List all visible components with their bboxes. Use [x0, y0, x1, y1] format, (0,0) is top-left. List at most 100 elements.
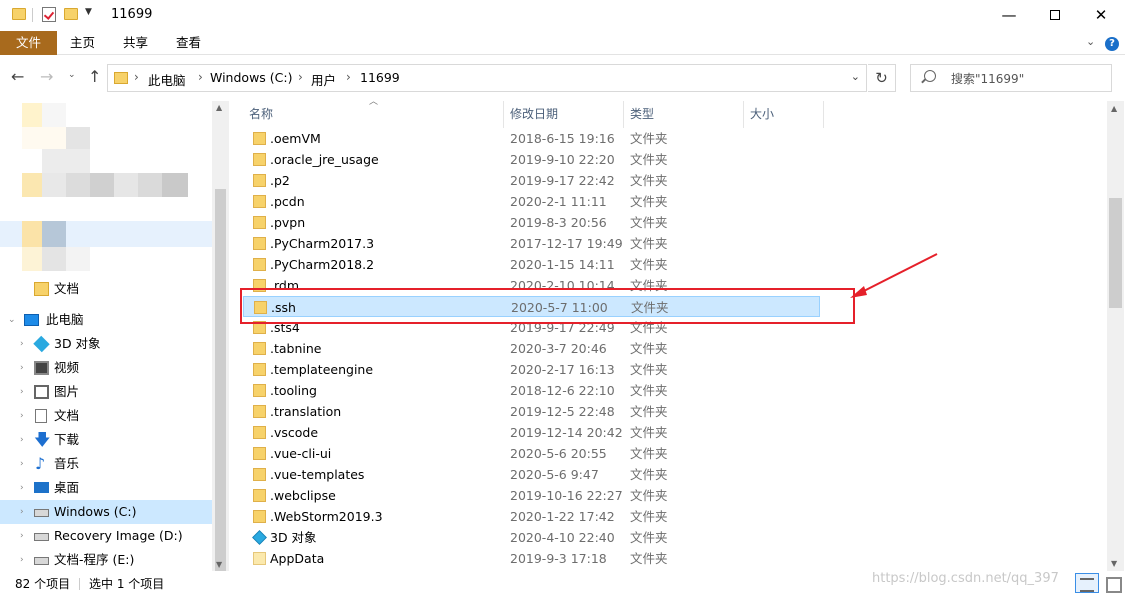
- file-row[interactable]: .pvpn 2019-8-3 20:56 文件夹: [243, 212, 820, 233]
- chevron-right-icon[interactable]: ›: [20, 356, 24, 380]
- file-row[interactable]: .WebStorm2019.3 2020-1-22 17:42 文件夹: [243, 506, 820, 527]
- large-icons-view-icon[interactable]: [1102, 573, 1122, 593]
- navigation-scrollbar[interactable]: ▲ ▼: [212, 101, 229, 593]
- breadcrumb-users[interactable]: 用户: [311, 70, 336, 89]
- nav-item-videos[interactable]: › 视频: [0, 356, 212, 380]
- nav-item-recovery-d[interactable]: › Recovery Image (D:): [0, 524, 212, 548]
- refresh-button[interactable]: ↻: [868, 64, 896, 92]
- blurred-region: [22, 173, 42, 197]
- scroll-up-icon[interactable]: ▲: [216, 103, 222, 112]
- breadcrumb-separator: ›: [198, 70, 203, 84]
- file-row[interactable]: .PyCharm2018.2 2020-1-15 14:11 文件夹: [243, 254, 820, 275]
- tab-file[interactable]: 文件: [0, 31, 57, 55]
- column-header-date[interactable]: 修改日期: [510, 101, 558, 128]
- file-row[interactable]: .translation 2019-12-5 22:48 文件夹: [243, 401, 820, 422]
- file-row[interactable]: 3D 对象 2020-4-10 22:40 文件夹: [243, 527, 820, 548]
- chevron-right-icon[interactable]: ›: [20, 428, 24, 452]
- file-row[interactable]: .tooling 2018-12-6 22:10 文件夹: [243, 380, 820, 401]
- nav-item-label: 音乐: [54, 456, 80, 471]
- file-date: 2018-6-15 19:16: [510, 131, 615, 146]
- nav-item-label: 文档-程序 (E:): [54, 552, 135, 567]
- column-divider[interactable]: [503, 101, 504, 128]
- breadcrumb-this-pc[interactable]: 此电脑: [148, 70, 186, 89]
- nav-item-docs-programs-e[interactable]: › 文档-程序 (E:): [0, 548, 212, 571]
- nav-item-label: 此电脑: [46, 312, 84, 327]
- nav-item-windows-c[interactable]: › Windows (C:): [0, 500, 212, 524]
- scroll-down-icon[interactable]: ▼: [1111, 559, 1117, 568]
- details-view-icon[interactable]: [1075, 573, 1099, 593]
- file-list-scrollbar[interactable]: ▲ ▼: [1107, 101, 1124, 571]
- scrollbar-thumb[interactable]: [215, 189, 226, 593]
- tab-home[interactable]: 主页: [56, 31, 109, 55]
- help-icon[interactable]: ?: [1105, 37, 1119, 51]
- nav-item-3d-objects[interactable]: › 3D 对象: [0, 332, 212, 356]
- chevron-down-icon[interactable]: ⌄: [851, 70, 860, 83]
- file-date: 2019-9-17 22:42: [510, 173, 615, 188]
- chevron-down-icon[interactable]: ⌄: [8, 308, 16, 332]
- nav-item-documents-pinned[interactable]: 文档: [0, 277, 212, 301]
- tab-view[interactable]: 查看: [162, 31, 215, 55]
- file-row[interactable]: .templateengine 2020-2-17 16:13 文件夹: [243, 359, 820, 380]
- new-folder-icon[interactable]: [64, 8, 78, 20]
- column-divider[interactable]: [743, 101, 744, 128]
- tab-share[interactable]: 共享: [109, 31, 162, 55]
- chevron-right-icon[interactable]: ›: [20, 380, 24, 404]
- recent-locations-button[interactable]: ⌄: [68, 70, 76, 80]
- file-row[interactable]: .oemVM 2018-6-15 19:16 文件夹: [243, 128, 820, 149]
- back-button[interactable]: ←: [11, 67, 24, 86]
- chevron-right-icon[interactable]: ›: [20, 404, 24, 428]
- column-divider[interactable]: [823, 101, 824, 128]
- properties-icon[interactable]: [42, 7, 56, 22]
- blurred-region: [66, 173, 90, 197]
- customize-toolbar-icon[interactable]: ▼: [85, 7, 92, 17]
- chevron-right-icon[interactable]: ›: [20, 548, 24, 571]
- file-row[interactable]: .pcdn 2020-2-1 11:11 文件夹: [243, 191, 820, 212]
- chevron-right-icon[interactable]: ›: [20, 476, 24, 500]
- file-row[interactable]: .webclipse 2019-10-16 22:27 文件夹: [243, 485, 820, 506]
- column-header-name[interactable]: 名称: [249, 101, 273, 128]
- column-header-type[interactable]: 类型: [630, 101, 654, 128]
- chevron-right-icon[interactable]: ›: [20, 452, 24, 476]
- address-bar[interactable]: › 此电脑 › Windows (C:) › 用户 › 11699 ⌄: [107, 64, 867, 92]
- file-name: AppData: [270, 551, 325, 566]
- file-row[interactable]: .PyCharm2017.3 2017-12-17 19:49 文件夹: [243, 233, 820, 254]
- nav-item-pictures[interactable]: › 图片: [0, 380, 212, 404]
- column-header-size[interactable]: 大小: [750, 101, 774, 128]
- breadcrumb-windows-c[interactable]: Windows (C:): [210, 70, 292, 85]
- file-type: 文件夹: [630, 362, 668, 377]
- file-row[interactable]: .vscode 2019-12-14 20:42 文件夹: [243, 422, 820, 443]
- file-date: 2018-12-6 22:10: [510, 383, 615, 398]
- nav-item-this-pc[interactable]: ⌄ 此电脑: [0, 308, 212, 332]
- blurred-region: [22, 221, 42, 247]
- file-row[interactable]: .p2 2019-9-17 22:42 文件夹: [243, 170, 820, 191]
- chevron-right-icon[interactable]: ›: [20, 332, 24, 356]
- file-row[interactable]: .tabnine 2020-3-7 20:46 文件夹: [243, 338, 820, 359]
- chevron-right-icon[interactable]: ›: [20, 500, 24, 524]
- maximize-button[interactable]: [1032, 0, 1078, 30]
- scroll-down-icon[interactable]: ▼: [216, 560, 222, 569]
- nav-item-downloads[interactable]: › 🡇 下载: [0, 428, 212, 452]
- file-date: 2020-5-6 20:55: [510, 446, 607, 461]
- column-divider[interactable]: [623, 101, 624, 128]
- up-button[interactable]: ↑: [88, 67, 101, 86]
- nav-item-desktop[interactable]: › 桌面: [0, 476, 212, 500]
- search-input[interactable]: 搜索"11699": [910, 64, 1112, 92]
- scrollbar-thumb[interactable]: [1109, 198, 1122, 308]
- file-row[interactable]: .vue-cli-ui 2020-5-6 20:55 文件夹: [243, 443, 820, 464]
- breadcrumb-11699[interactable]: 11699: [360, 70, 400, 85]
- blurred-region: [162, 173, 188, 197]
- file-date: 2020-1-22 17:42: [510, 509, 615, 524]
- nav-item-label: 文档: [54, 281, 80, 296]
- close-button[interactable]: ✕: [1078, 0, 1124, 30]
- nav-item-documents[interactable]: › 文档: [0, 404, 212, 428]
- chevron-down-icon[interactable]: ⌄: [1086, 35, 1095, 48]
- file-row[interactable]: .oracle_jre_usage 2019-9-10 22:20 文件夹: [243, 149, 820, 170]
- file-row[interactable]: AppData 2019-9-3 17:18 文件夹: [243, 548, 820, 569]
- nav-item-music[interactable]: › ♪ 音乐: [0, 452, 212, 476]
- folder-icon: [253, 153, 266, 166]
- forward-button[interactable]: →: [40, 67, 53, 86]
- scroll-up-icon[interactable]: ▲: [1111, 104, 1117, 113]
- chevron-right-icon[interactable]: ›: [20, 524, 24, 548]
- minimize-button[interactable]: —: [986, 0, 1032, 30]
- file-row[interactable]: .vue-templates 2020-5-6 9:47 文件夹: [243, 464, 820, 485]
